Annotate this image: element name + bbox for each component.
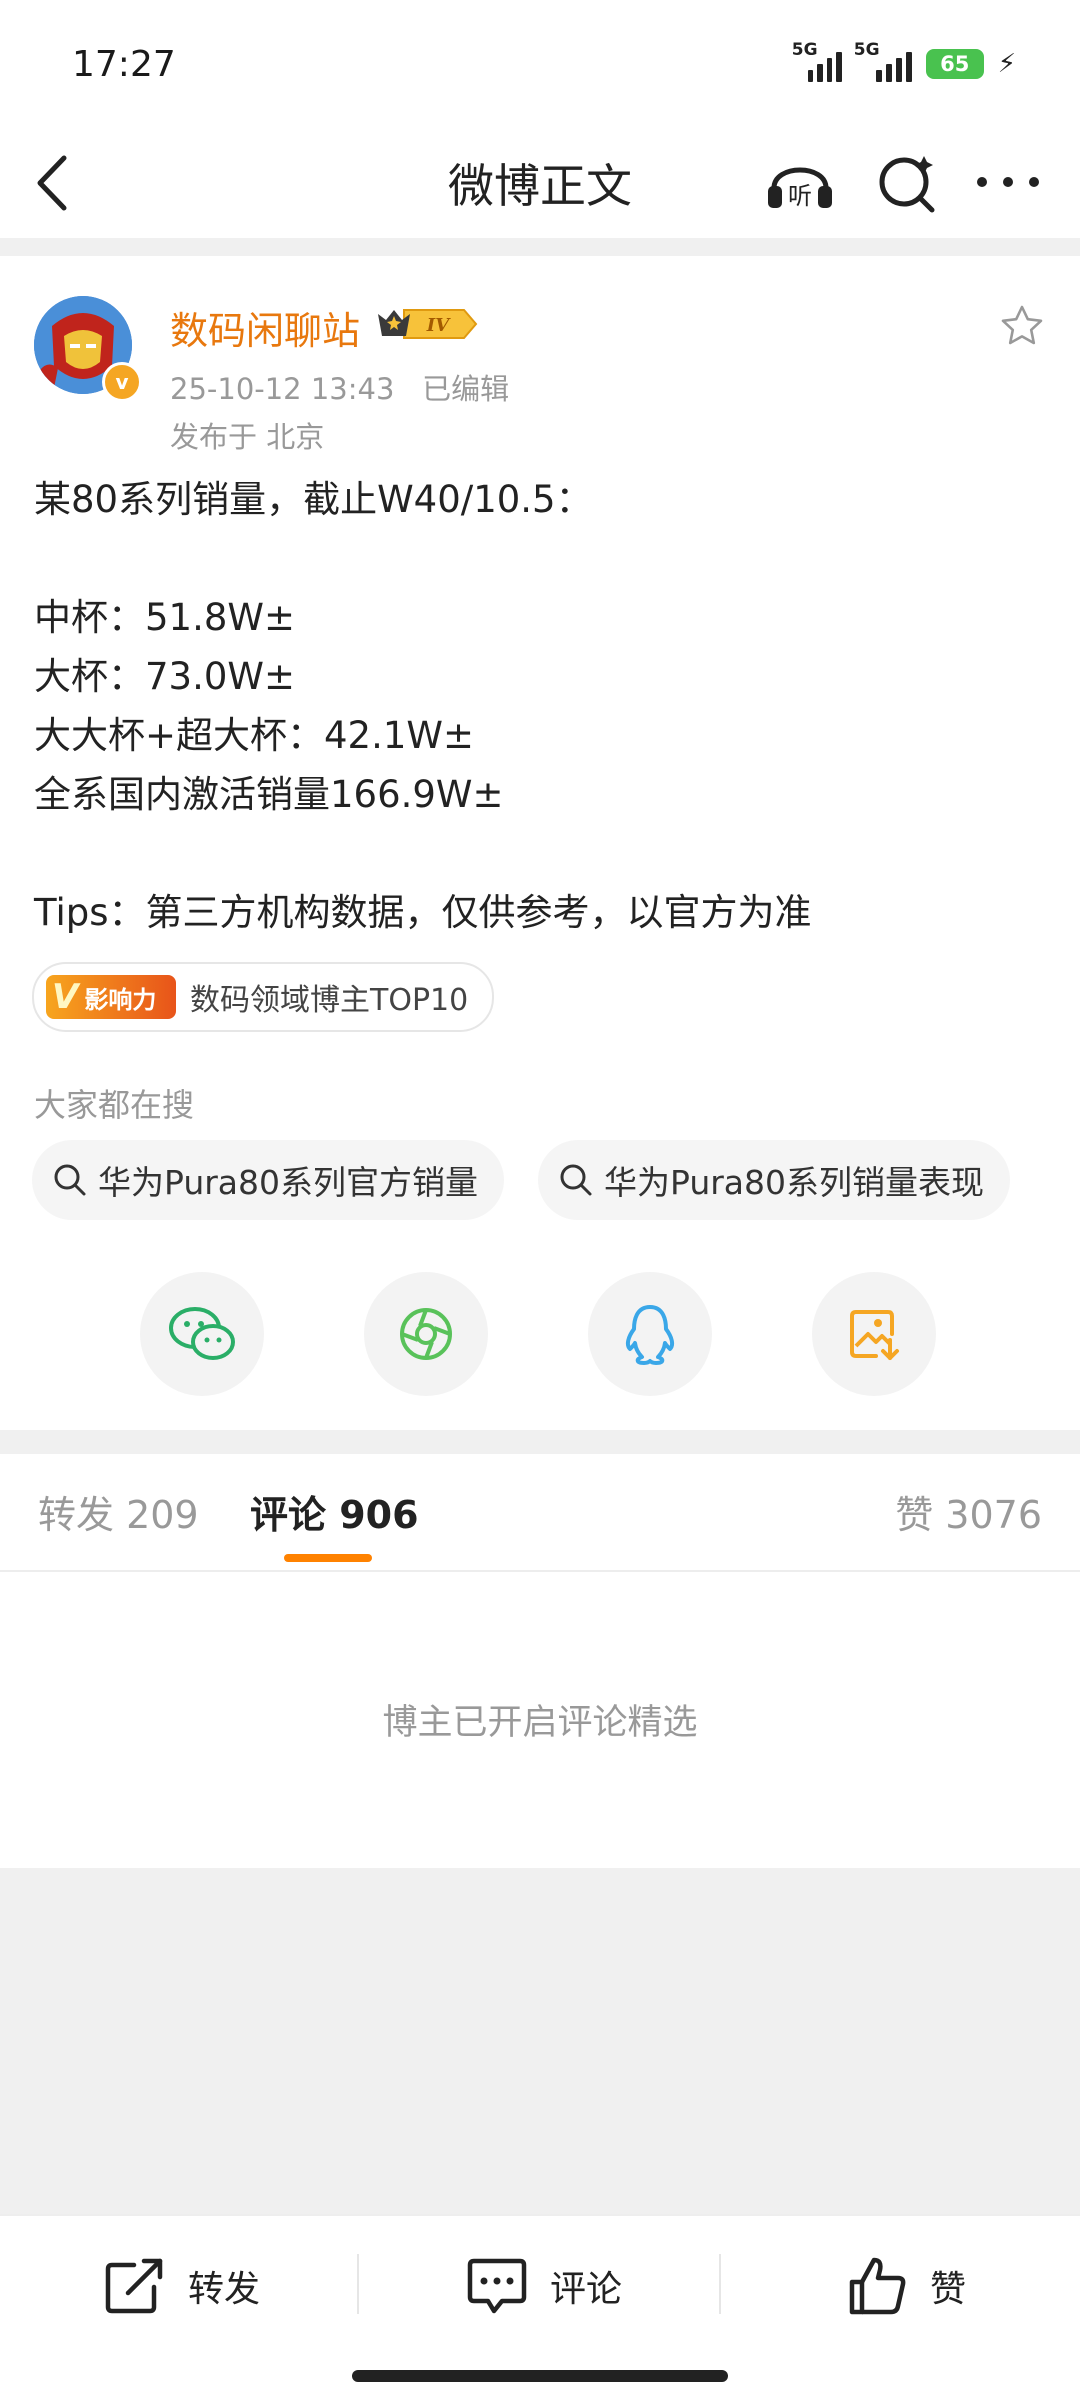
search-chip[interactable]: 华为Pura80系列官方销量 (32, 1140, 505, 1220)
search-icon (560, 1164, 592, 1196)
post-line: 某80系列销量，截止W40/10.5： (34, 478, 593, 521)
username[interactable]: 数码闲聊站 (170, 300, 360, 355)
signal-icon: 5G (792, 40, 842, 82)
post-line (34, 824, 1044, 883)
search-button[interactable] (868, 142, 948, 222)
status-icons: 5G 5G 65 ⚡ (792, 40, 1016, 82)
post-line: 中杯：51.8W± (34, 596, 295, 639)
post-meta: 25-10-12 13:43 已编辑 (170, 366, 509, 408)
bottom-separator (357, 2254, 359, 2314)
post-line: 大大杯+超大杯：42.1W± (34, 714, 474, 757)
verified-badge: v (102, 362, 142, 402)
rank-badge: IV (374, 304, 478, 348)
battery-icon: 65 (925, 49, 984, 79)
moments-icon (400, 1308, 452, 1360)
favorite-button[interactable] (998, 302, 1046, 350)
post-line: 全系国内激活销量166.9W± (34, 773, 504, 816)
post-line: Tips：第三方机构数据，仅供参考，以官方为准 (34, 891, 812, 934)
share-moments-button[interactable] (364, 1272, 488, 1396)
post-line: 大杯：73.0W± (34, 655, 295, 698)
wechat-icon (169, 1307, 235, 1360)
charging-icon: ⚡ (997, 49, 1016, 79)
like-button[interactable]: 赞 (848, 2246, 966, 2326)
tab-repost[interactable]: 转发 209 (38, 1484, 199, 1539)
save-image-button[interactable] (812, 1272, 936, 1396)
empty-area (0, 1868, 1080, 2214)
svg-text:听: 听 (788, 182, 812, 210)
influence-tag[interactable]: V 影响力 数码领域博主TOP10 (32, 962, 495, 1032)
repost-icon (105, 2258, 163, 2314)
influence-badge-icon: V 影响力 (46, 975, 176, 1019)
tab-like[interactable]: 赞 3076 (895, 1484, 1042, 1539)
post-time: 25-10-12 13:43 (170, 372, 395, 406)
home-indicator[interactable] (352, 2370, 728, 2382)
save-image-icon (850, 1310, 899, 1360)
share-wechat-button[interactable] (140, 1272, 264, 1396)
bottom-separator (719, 2254, 721, 2314)
listen-icon: 听 (768, 167, 832, 210)
search-icon (54, 1164, 86, 1196)
comment-icon (467, 2258, 527, 2314)
section-divider (0, 1430, 1080, 1454)
more-icon (977, 177, 1039, 187)
status-time: 17:27 (72, 44, 176, 85)
qq-icon (625, 1305, 675, 1365)
share-qq-button[interactable] (588, 1272, 712, 1396)
post-location: 发布于 北京 (170, 420, 325, 454)
post-line (34, 529, 1044, 588)
signal-icon: 5G (854, 40, 912, 82)
tab-divider (0, 1570, 1080, 1572)
active-tab-indicator (284, 1554, 372, 1562)
search-icon (879, 156, 935, 213)
edited-label: 已编辑 (422, 372, 510, 406)
thumbs-up-icon (849, 2257, 906, 2315)
influence-text: 数码领域博主TOP10 (190, 983, 469, 1018)
post-content: 某80系列销量，截止W40/10.5： 中杯：51.8W± 大杯：73.0W± … (34, 470, 1044, 942)
header-divider (0, 238, 1080, 256)
tab-comment[interactable]: 评论 906 (250, 1484, 419, 1539)
search-chip[interactable]: 华为Pura80系列销量表现 (538, 1140, 1011, 1220)
repost-button[interactable]: 转发 (104, 2246, 260, 2326)
svg-text:IV: IV (426, 315, 451, 336)
comment-selection-note: 博主已开启评论精选 (382, 1703, 698, 1743)
more-button[interactable] (968, 142, 1048, 222)
trending-search-title: 大家都在搜 (34, 1086, 195, 1124)
listen-button[interactable]: 听 (760, 142, 840, 222)
star-icon (1001, 305, 1043, 345)
comment-button[interactable]: 评论 (466, 2246, 622, 2326)
